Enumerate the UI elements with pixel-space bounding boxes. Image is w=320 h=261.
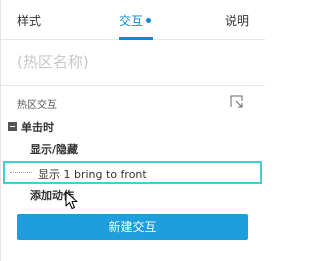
divider [1,85,265,86]
collapse-toggle-icon[interactable] [8,122,17,131]
active-tab-underline [119,37,153,40]
new-interaction-button[interactable]: 新建交互 [17,214,248,240]
panel-tabs: 样式 交互 说明 [1,0,265,40]
hotspot-name-input[interactable] [17,50,249,74]
expand-icon[interactable] [230,95,244,109]
tab-interactions-label: 交互 [119,14,144,28]
case-show-hide[interactable]: 显示/隐藏 [30,141,78,157]
tab-notes[interactable]: 说明 [225,13,249,29]
tree-connector [10,172,32,173]
interaction-panel: 样式 交互 说明 热区交互 单击时 显示/隐藏 显示 1 bring to fr… [0,0,265,261]
mouse-cursor-icon [65,191,78,209]
active-dot-icon [146,18,152,23]
section-label: 热区交互 [17,100,57,111]
tab-style[interactable]: 样式 [17,13,41,29]
action-item-label: 显示 1 bring to front [38,168,147,181]
tab-interactions[interactable]: 交互 [119,13,152,29]
event-on-click[interactable]: 单击时 [21,119,54,135]
action-item-selected[interactable]: 显示 1 bring to front [3,161,262,184]
